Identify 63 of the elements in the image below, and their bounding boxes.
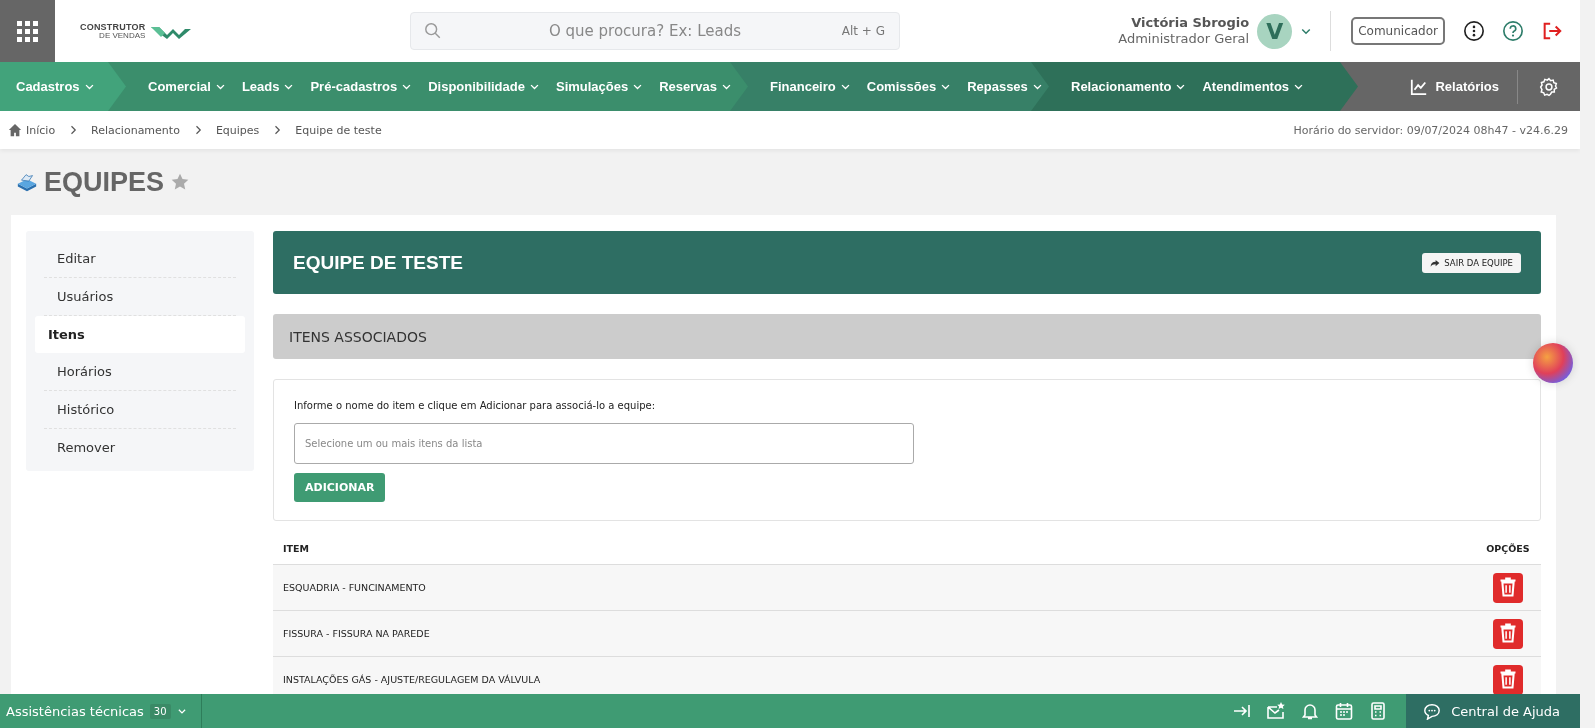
reports-link[interactable]: Relatórios bbox=[1410, 77, 1499, 96]
calendar-icon[interactable] bbox=[1334, 701, 1355, 721]
user-role: Administrador Geral bbox=[1118, 31, 1250, 48]
breadcrumb-link[interactable]: Relacionamento bbox=[91, 123, 180, 137]
nav-menu-item[interactable]: Disponibilidade bbox=[428, 79, 540, 94]
assistances-dropdown[interactable]: Assistências técnicas 30 bbox=[0, 694, 202, 728]
section-title: ITENS ASSOCIADOS bbox=[289, 328, 427, 345]
logo-text: DE VENDAS bbox=[99, 31, 146, 40]
help-center-button[interactable]: Central de Ajuda bbox=[1406, 694, 1580, 728]
breadcrumb-current: Equipe de teste bbox=[295, 123, 382, 137]
apps-menu-button[interactable] bbox=[0, 0, 55, 62]
table-cell: FISSURA - FISSURA NA PAREDE bbox=[283, 628, 430, 639]
nav-menu-item[interactable]: Repasses bbox=[967, 79, 1043, 94]
sidebar-item[interactable]: Editar bbox=[44, 240, 236, 278]
table-cell: INSTALAÇÕES GÁS - AJUSTE/REGULAGEM DA VÁLVULA bbox=[283, 674, 541, 685]
nav-menu-item[interactable]: Atendimentos bbox=[1202, 79, 1305, 94]
settings-icon[interactable] bbox=[1539, 76, 1559, 97]
trash-icon[interactable] bbox=[1493, 572, 1523, 603]
sidebar-item[interactable]: Remover bbox=[44, 429, 236, 466]
bell-icon[interactable] bbox=[1300, 701, 1321, 721]
chat-bubble-icon bbox=[1423, 702, 1442, 720]
user-name: Victória Sbrogio bbox=[1131, 14, 1250, 31]
breadcrumb-link[interactable]: Início bbox=[26, 123, 56, 137]
logo-text: CONSTRUTOR bbox=[80, 22, 146, 32]
column-header: ITEM bbox=[283, 543, 309, 554]
more-options-icon[interactable] bbox=[1463, 20, 1485, 42]
logout-icon[interactable] bbox=[1541, 20, 1563, 42]
star-icon[interactable] bbox=[170, 172, 191, 192]
nav-menu-item[interactable]: Pré-cadastros bbox=[310, 79, 413, 94]
item-select-field[interactable]: Selecione um ou mais itens da lista bbox=[294, 423, 914, 464]
nav-menu-item[interactable]: Relacionamento bbox=[1071, 79, 1187, 94]
breadcrumb-link[interactable]: Equipes bbox=[215, 123, 260, 137]
nav-menu-item[interactable]: Comercial bbox=[148, 79, 226, 94]
mail-star-icon[interactable] bbox=[1266, 701, 1287, 721]
sidebar-item[interactable]: Horários bbox=[44, 353, 236, 391]
page-title: EQUIPES bbox=[44, 166, 165, 198]
trash-icon[interactable] bbox=[1493, 618, 1523, 649]
home-icon bbox=[8, 123, 22, 137]
team-title: EQUIPE DE TESTE bbox=[293, 251, 463, 274]
sidebar-item[interactable]: Itens bbox=[35, 316, 245, 353]
line-chart-icon bbox=[1410, 77, 1429, 96]
sidebar-item[interactable]: Histórico bbox=[44, 391, 236, 429]
communicator-button[interactable]: Comunicador bbox=[1351, 17, 1445, 45]
nav-menu-item[interactable]: Comissões bbox=[866, 79, 952, 94]
nav-menu-item[interactable]: Reservas bbox=[659, 79, 733, 94]
nav-menu-item[interactable]: Financeiro bbox=[770, 79, 851, 94]
instruction-text: Informe o nome do item e clique em Adicionar para associá-lo a equipe: bbox=[294, 400, 657, 411]
column-header: OPÇÕES bbox=[1485, 543, 1531, 554]
assistant-orb-icon[interactable] bbox=[1533, 343, 1573, 383]
count-badge: 30 bbox=[149, 703, 171, 719]
trash-icon[interactable] bbox=[1493, 664, 1523, 695]
help-icon[interactable] bbox=[1502, 20, 1524, 42]
chevron-down-icon bbox=[176, 706, 187, 716]
server-info: Horário do servidor: 09/07/2024 08h47 - v24.6.29 bbox=[1293, 123, 1568, 137]
nav-menu-item[interactable]: Cadastros bbox=[16, 79, 95, 94]
nav-menu-item[interactable]: Leads bbox=[241, 79, 295, 94]
shortcut-hint: Alt + G bbox=[841, 24, 885, 38]
nav-menu-item[interactable]: Simulações bbox=[555, 79, 644, 94]
add-button[interactable]: ADICIONAR bbox=[294, 473, 386, 502]
grid-icon bbox=[17, 20, 38, 42]
leave-team-button[interactable]: SAIR DA EQUIPE bbox=[1422, 252, 1521, 273]
user-avatar[interactable]: V bbox=[1257, 13, 1293, 49]
table-cell: ESQUADRIA - FUNCINAMENTO bbox=[283, 582, 426, 593]
